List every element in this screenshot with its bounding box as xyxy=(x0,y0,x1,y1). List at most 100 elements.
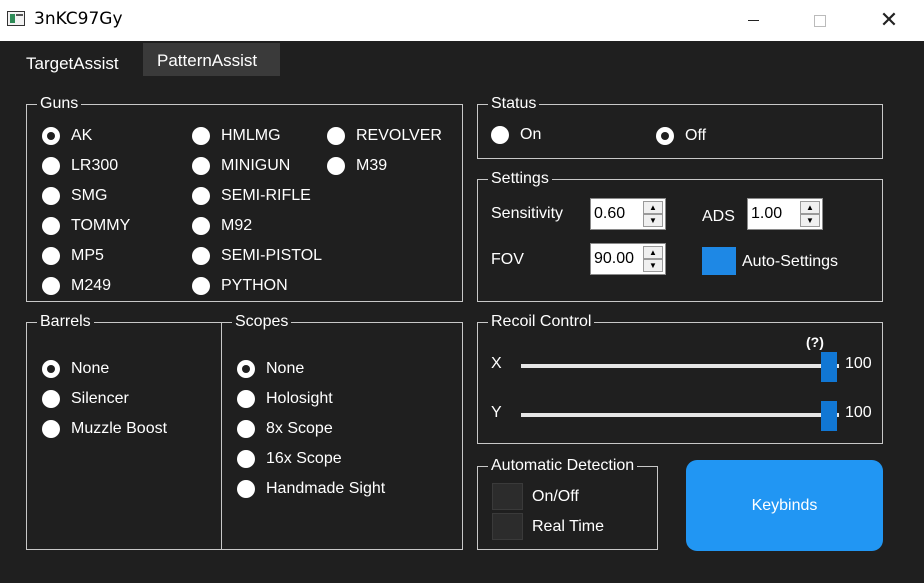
spin-up-icon[interactable]: ▲ xyxy=(643,246,663,259)
gun-label: HMLMG xyxy=(221,127,281,144)
spin-up-icon[interactable]: ▲ xyxy=(643,201,663,214)
radio-icon xyxy=(192,217,210,235)
status-radio-off[interactable]: Off xyxy=(656,125,706,147)
radio-icon xyxy=(237,450,255,468)
gun-label: MINIGUN xyxy=(221,157,291,174)
barrel-radio-none[interactable]: None xyxy=(42,358,109,380)
scope-label: Holosight xyxy=(266,390,333,407)
minimize-button[interactable] xyxy=(730,0,776,41)
scopes-group-label: Scopes xyxy=(232,312,292,332)
recoil-y-label: Y xyxy=(491,404,502,421)
gun-label: M92 xyxy=(221,217,253,234)
detection-realtime-checkbox[interactable] xyxy=(492,513,523,540)
keybinds-button[interactable]: Keybinds xyxy=(686,460,883,551)
gun-radio-ak[interactable]: AK xyxy=(42,125,92,147)
gun-radio-lr300[interactable]: LR300 xyxy=(42,155,118,177)
radio-icon xyxy=(491,126,509,144)
status-group-label: Status xyxy=(488,94,540,114)
detection-onoff-checkbox[interactable] xyxy=(492,483,523,510)
gun-radio-semi-rifle[interactable]: SEMI-RIFLE xyxy=(192,185,311,207)
gun-radio-smg[interactable]: SMG xyxy=(42,185,107,207)
status-group: Status On Off xyxy=(477,94,883,159)
recoil-x-label: X xyxy=(491,355,502,372)
scope-radio-holosight[interactable]: Holosight xyxy=(237,388,333,410)
radio-icon xyxy=(192,277,210,295)
settings-group-label: Settings xyxy=(488,169,552,189)
scopes-group: Scopes None Holosight 8x Scope 16x Scope… xyxy=(221,312,463,550)
scope-radio-16x[interactable]: 16x Scope xyxy=(237,448,342,470)
auto-settings-label: Auto-Settings xyxy=(742,253,839,270)
gun-label: PYTHON xyxy=(221,277,288,294)
recoil-x-track[interactable] xyxy=(521,364,839,368)
recoil-y-value: 100 xyxy=(845,404,872,421)
spin-down-icon[interactable]: ▼ xyxy=(643,214,663,227)
status-off-label: Off xyxy=(685,127,707,144)
spin-down-icon[interactable]: ▼ xyxy=(800,214,820,227)
fov-spinbox[interactable]: 90.00 ▲ ▼ xyxy=(590,243,666,275)
scope-label: Handmade Sight xyxy=(266,480,386,497)
recoil-group-label: Recoil Control xyxy=(488,312,595,332)
gun-label: M39 xyxy=(356,157,388,174)
radio-icon xyxy=(42,187,60,205)
scope-label: None xyxy=(266,360,305,377)
radio-icon xyxy=(327,127,345,145)
fov-value: 90.00 xyxy=(594,250,635,267)
sensitivity-spinbox[interactable]: 0.60 ▲ ▼ xyxy=(590,198,666,230)
maximize-button[interactable] xyxy=(797,0,843,41)
title-bar: 3nKC97Gy ✕ xyxy=(0,0,924,41)
barrel-label: Silencer xyxy=(71,390,129,407)
gun-label: MP5 xyxy=(71,247,104,264)
guns-group-label: Guns xyxy=(37,94,82,114)
settings-group: Settings Sensitivity 0.60 ▲ ▼ ADS 1.00 ▲ ▼… xyxy=(477,169,883,302)
recoil-group: Recoil Control (?) X 100 Y 100 xyxy=(477,312,883,444)
spin-up-icon[interactable]: ▲ xyxy=(800,201,820,214)
scope-label: 16x Scope xyxy=(266,450,342,467)
recoil-y-thumb[interactable] xyxy=(821,401,837,431)
tab-target-assist[interactable]: TargetAssist xyxy=(12,46,143,79)
tab-pattern-assist[interactable]: PatternAssist xyxy=(143,43,280,76)
barrel-radio-muzzle-boost[interactable]: Muzzle Boost xyxy=(42,418,167,440)
gun-radio-m92[interactable]: M92 xyxy=(192,215,252,237)
app-icon xyxy=(7,11,25,26)
gun-radio-mp5[interactable]: MP5 xyxy=(42,245,104,267)
spin-down-icon[interactable]: ▼ xyxy=(643,259,663,272)
gun-label: LR300 xyxy=(71,157,119,174)
radio-icon xyxy=(42,277,60,295)
recoil-help-icon[interactable]: (?) xyxy=(806,334,824,350)
scope-radio-8x[interactable]: 8x Scope xyxy=(237,418,333,440)
detection-onoff-label: On/Off xyxy=(532,488,579,505)
gun-label: SEMI-RIFLE xyxy=(221,187,311,204)
close-button[interactable]: ✕ xyxy=(866,0,912,41)
gun-radio-tommy[interactable]: TOMMY xyxy=(42,215,130,237)
scope-radio-handmade-sight[interactable]: Handmade Sight xyxy=(237,478,385,500)
ads-value: 1.00 xyxy=(751,205,783,222)
radio-icon xyxy=(192,127,210,145)
radio-icon xyxy=(237,480,255,498)
barrel-label: Muzzle Boost xyxy=(71,420,168,437)
recoil-y-track[interactable] xyxy=(521,413,839,417)
ads-spinbox[interactable]: 1.00 ▲ ▼ xyxy=(747,198,823,230)
gun-radio-python[interactable]: PYTHON xyxy=(192,275,288,297)
gun-radio-m39[interactable]: M39 xyxy=(327,155,387,177)
detection-group-label: Automatic Detection xyxy=(488,456,638,476)
radio-icon xyxy=(192,247,210,265)
barrels-group-label: Barrels xyxy=(37,312,94,332)
status-radio-on[interactable]: On xyxy=(491,124,541,146)
gun-label: M249 xyxy=(71,277,112,294)
radio-icon xyxy=(42,157,60,175)
gun-radio-hmlmg[interactable]: HMLMG xyxy=(192,125,281,147)
gun-radio-minigun[interactable]: MINIGUN xyxy=(192,155,290,177)
minimize-icon xyxy=(747,20,759,21)
barrels-group: Barrels None Silencer Muzzle Boost xyxy=(26,312,222,550)
recoil-x-thumb[interactable] xyxy=(821,352,837,382)
fov-label: FOV xyxy=(491,251,524,268)
auto-settings-checkbox[interactable] xyxy=(702,247,736,275)
scope-radio-none[interactable]: None xyxy=(237,358,304,380)
gun-radio-revolver[interactable]: REVOLVER xyxy=(327,125,442,147)
gun-radio-m249[interactable]: M249 xyxy=(42,275,111,297)
window-title: 3nKC97Gy xyxy=(34,9,123,29)
barrel-radio-silencer[interactable]: Silencer xyxy=(42,388,129,410)
close-icon: ✕ xyxy=(879,8,899,33)
radio-icon xyxy=(42,360,60,378)
gun-radio-semi-pistol[interactable]: SEMI-PISTOL xyxy=(192,245,322,267)
